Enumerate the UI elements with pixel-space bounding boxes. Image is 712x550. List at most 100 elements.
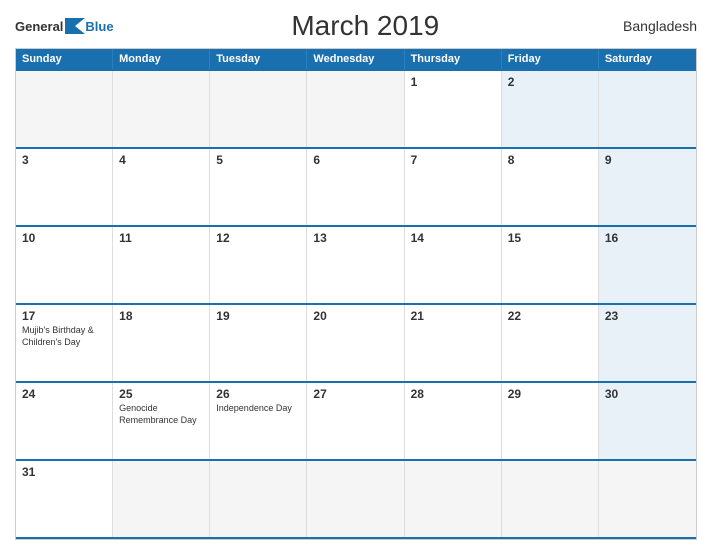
week-3: 10 11 12 13 14 15 16 [16, 225, 696, 303]
day-number: 10 [22, 231, 106, 245]
cell-w6-thu [405, 461, 502, 537]
day-number: 20 [313, 309, 397, 323]
cell-mar15: 15 [502, 227, 599, 303]
cell-mar5: 5 [210, 149, 307, 225]
cell-mar3: 3 [16, 149, 113, 225]
cell-mar31: 31 [16, 461, 113, 537]
header-thursday: Thursday [405, 49, 502, 69]
cell-mar2: 2 [502, 71, 599, 147]
week-5: 24 25 GenocideRemembrance Day 26 Indepen… [16, 381, 696, 459]
event-mujib: Mujib's Birthday &Children's Day [22, 325, 106, 348]
day-number: 19 [216, 309, 300, 323]
cell-mar28: 28 [405, 383, 502, 459]
cell-w1-mon [113, 71, 210, 147]
day-number: 23 [605, 309, 690, 323]
header-wednesday: Wednesday [307, 49, 404, 69]
cell-mar9: 9 [599, 149, 696, 225]
week-4: 17 Mujib's Birthday &Children's Day 18 1… [16, 303, 696, 381]
cell-mar21: 21 [405, 305, 502, 381]
cell-mar10: 10 [16, 227, 113, 303]
cell-w1-wed [307, 71, 404, 147]
cell-mar1: 1 [405, 71, 502, 147]
calendar-header: Sunday Monday Tuesday Wednesday Thursday… [16, 49, 696, 69]
cell-mar17: 17 Mujib's Birthday &Children's Day [16, 305, 113, 381]
day-number: 27 [313, 387, 397, 401]
day-number: 18 [119, 309, 203, 323]
cell-mar18: 18 [113, 305, 210, 381]
day-number: 3 [22, 153, 106, 167]
cell-w6-wed [307, 461, 404, 537]
event-genocide: GenocideRemembrance Day [119, 403, 203, 426]
header-monday: Monday [113, 49, 210, 69]
day-number: 6 [313, 153, 397, 167]
day-number: 8 [508, 153, 592, 167]
cell-mar13: 13 [307, 227, 404, 303]
week-2: 3 4 5 6 7 8 9 [16, 147, 696, 225]
calendar-title: March 2019 [114, 10, 617, 42]
header-friday: Friday [502, 49, 599, 69]
cell-mar23: 23 [599, 305, 696, 381]
country-label: Bangladesh [617, 18, 697, 34]
cell-mar11: 11 [113, 227, 210, 303]
day-number: 17 [22, 309, 106, 323]
day-number: 22 [508, 309, 592, 323]
day-number: 31 [22, 465, 106, 479]
day-number: 9 [605, 153, 690, 167]
cell-mar12: 12 [210, 227, 307, 303]
cell-mar8: 8 [502, 149, 599, 225]
cell-mar14: 14 [405, 227, 502, 303]
event-independence: Independence Day [216, 403, 300, 415]
day-number: 29 [508, 387, 592, 401]
cell-mar25: 25 GenocideRemembrance Day [113, 383, 210, 459]
cell-mar4: 4 [113, 149, 210, 225]
day-number: 26 [216, 387, 300, 401]
day-number: 5 [216, 153, 300, 167]
cell-mar22: 22 [502, 305, 599, 381]
cell-w6-fri [502, 461, 599, 537]
week-1: 1 2 [16, 69, 696, 147]
calendar-grid: Sunday Monday Tuesday Wednesday Thursday… [15, 48, 697, 540]
cell-w1-tue [210, 71, 307, 147]
cell-w6-sat [599, 461, 696, 537]
header-saturday: Saturday [599, 49, 696, 69]
day-number: 25 [119, 387, 203, 401]
day-number: 7 [411, 153, 495, 167]
day-number: 13 [313, 231, 397, 245]
cell-mar6: 6 [307, 149, 404, 225]
cell-w1-extra [599, 71, 696, 147]
logo-flag-icon [65, 18, 85, 34]
day-number: 28 [411, 387, 495, 401]
day-number: 1 [411, 75, 495, 89]
calendar-body: 1 2 3 4 5 6 [16, 69, 696, 539]
cell-mar16: 16 [599, 227, 696, 303]
day-number: 14 [411, 231, 495, 245]
cell-mar26: 26 Independence Day [210, 383, 307, 459]
day-number: 2 [508, 75, 592, 89]
cell-mar19: 19 [210, 305, 307, 381]
cell-mar27: 27 [307, 383, 404, 459]
day-number: 21 [411, 309, 495, 323]
day-number: 12 [216, 231, 300, 245]
header-tuesday: Tuesday [210, 49, 307, 69]
header-sunday: Sunday [16, 49, 113, 69]
page-header: General Blue March 2019 Bangladesh [15, 10, 697, 42]
cell-mar29: 29 [502, 383, 599, 459]
logo-blue-text: Blue [85, 19, 113, 34]
logo-general-text: General [15, 19, 63, 34]
cell-w6-tue [210, 461, 307, 537]
cell-mar30: 30 [599, 383, 696, 459]
day-number: 30 [605, 387, 690, 401]
day-number: 11 [119, 231, 203, 245]
cell-mar20: 20 [307, 305, 404, 381]
cell-w6-mon [113, 461, 210, 537]
week-6: 31 [16, 459, 696, 539]
day-number: 4 [119, 153, 203, 167]
cell-w1-sun [16, 71, 113, 147]
day-number: 16 [605, 231, 690, 245]
cell-mar7: 7 [405, 149, 502, 225]
day-number: 24 [22, 387, 106, 401]
logo: General Blue [15, 18, 114, 34]
calendar-page: General Blue March 2019 Bangladesh Sunda… [0, 0, 712, 550]
cell-mar24: 24 [16, 383, 113, 459]
day-number: 15 [508, 231, 592, 245]
